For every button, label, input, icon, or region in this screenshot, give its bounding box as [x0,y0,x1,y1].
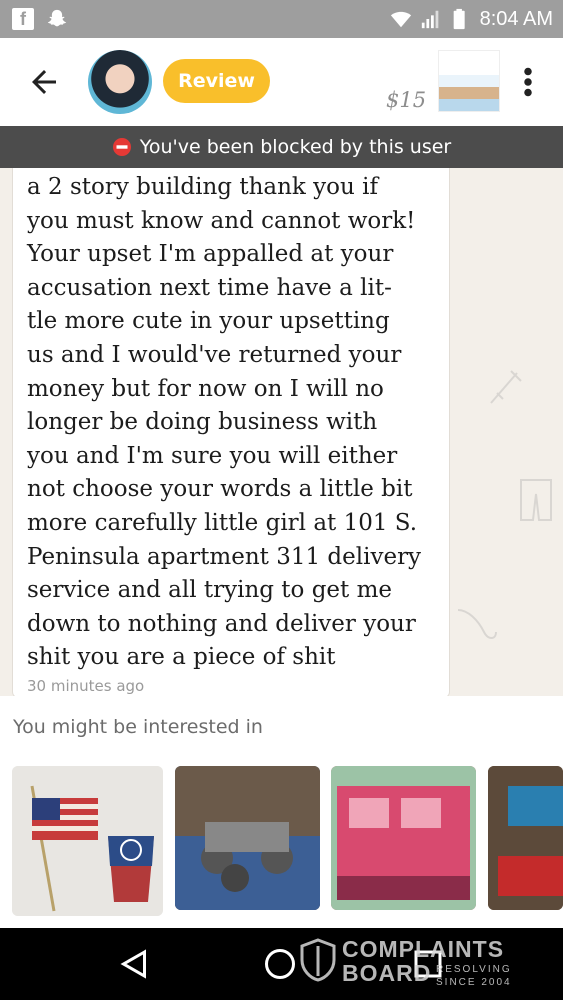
watermark-line2: BOARD [342,960,432,986]
suggestion-item-flag-decor[interactable] [12,766,163,916]
android-nav-bar: COMPLAINTS BOARD RESOLVING SINCE 2004 [0,928,563,1000]
message-line: us and I would've returned your [27,341,402,368]
message-text: a 2 story building thank you if you must… [27,171,441,675]
suggestion-item-toy[interactable] [488,766,563,910]
battery-icon [453,8,465,30]
trumpet-doodle-icon [490,370,522,404]
toy-image [488,766,563,910]
suggestion-item-pink-bus[interactable] [331,766,476,910]
message-line: down to nothing and deliver your [27,610,416,637]
status-time: 8:04 AM [479,8,553,30]
message-line: you and I'm sure you will either [27,442,398,469]
snapchat-icon [47,9,67,27]
message-line: service and all trying to get me [27,577,393,604]
status-bar: f 8:04 AM [0,0,563,38]
nav-home-icon[interactable] [262,946,298,982]
saxophone-doodle-icon [457,609,497,639]
pants-doodle-icon [520,479,552,521]
flag-decor-image [12,766,163,916]
chat-header: Review $15 [0,38,563,126]
watermark-tag2: SINCE 2004 [436,977,512,988]
wifi-icon [390,11,411,28]
watermark-line1: COMPLAINTS [342,936,505,962]
blocked-banner: You've been blocked by this user [0,126,563,168]
blocked-text: You've been blocked by this user [139,136,452,158]
message-line: longer be doing business with [27,409,378,436]
message-line: a 2 story building thank you if [27,174,378,200]
message-line: Your upset I'm appalled at your [27,241,394,268]
message-timestamp: 30 minutes ago [27,677,145,695]
more-vert-icon[interactable] [518,64,538,100]
message-line: shit you are a piece of shit [27,644,336,671]
item-price: $15 [386,88,427,112]
message-bubble[interactable]: a 2 story building thank you if you must… [12,168,450,696]
signal-icon [421,10,438,29]
back-arrow-icon[interactable] [26,64,62,100]
watermark-tag1: RESOLVING [436,964,512,975]
suggestion-item-rc-truck[interactable] [175,766,320,910]
rc-truck-image [175,766,320,910]
message-line: Peninsula apartment 311 delivery [27,543,422,570]
blocked-icon [112,138,131,156]
message-line: not choose your words a little bit [27,476,413,503]
product-thumbnail[interactable] [438,50,500,112]
message-line: tle more cute in your upsetting [27,308,390,335]
shield-logo-icon [300,938,336,982]
message-line: accusation next time have a lit- [27,274,392,301]
complaints-board-watermark: COMPLAINTS BOARD RESOLVING SINCE 2004 [300,934,530,994]
message-line: money but for now on I will no [27,375,384,402]
facebook-icon: f [12,8,34,30]
chat-area[interactable]: a 2 story building thank you if you must… [0,168,563,696]
suggestions-section: You might be interested in [0,696,563,928]
nav-back-icon[interactable] [116,946,152,982]
message-line: you must know and cannot work! [27,207,416,234]
review-button[interactable]: Review [163,59,270,103]
suggestions-title: You might be interested in [13,716,263,738]
avatar[interactable] [88,50,152,114]
pink-bus-image [331,766,476,910]
message-line: more carefully little girl at 101 S. [27,509,418,536]
